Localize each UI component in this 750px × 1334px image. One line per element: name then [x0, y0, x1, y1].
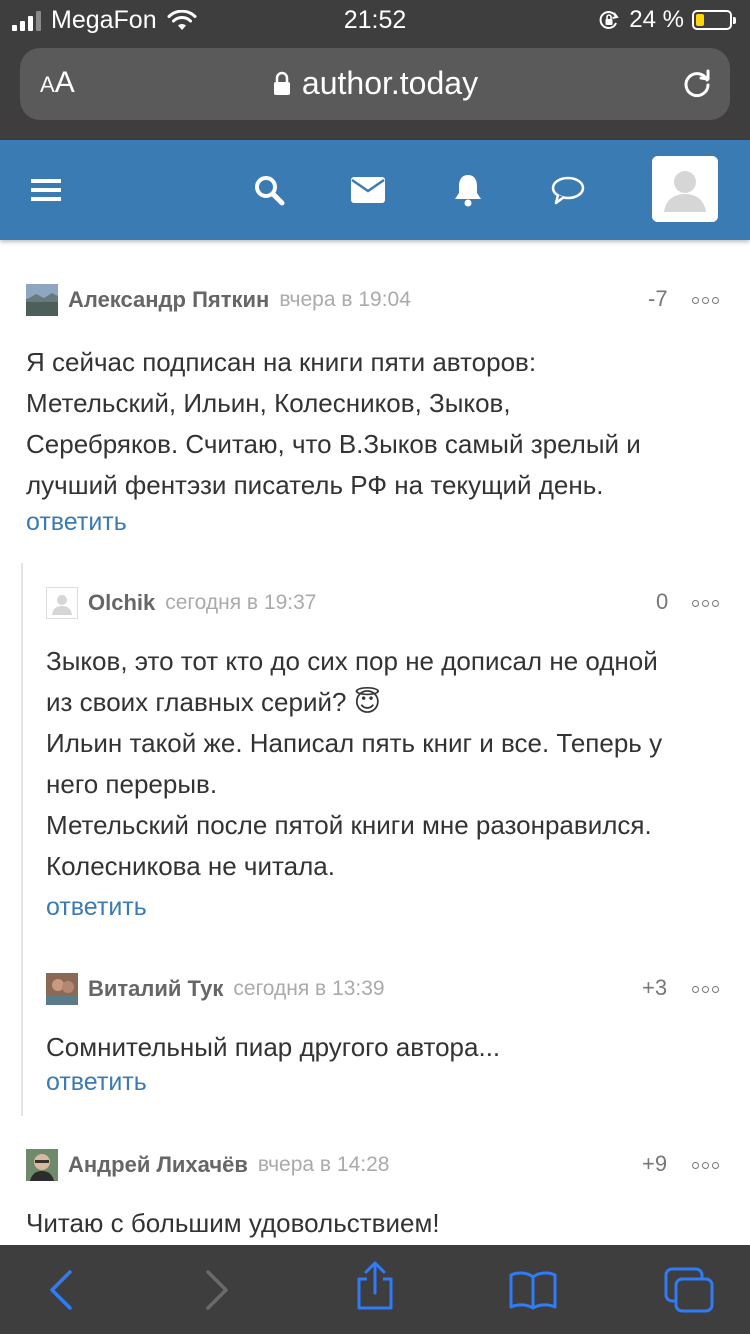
comment-score: +3 — [642, 975, 668, 1000]
comment-text: Зыков, это тот кто до сих пор не дописал… — [46, 646, 663, 881]
comment-text: Я сейчас подписан на книги пяти авторов:… — [26, 347, 641, 500]
reply-link[interactable]: ответить — [46, 893, 726, 922]
comment-time[interactable]: сегодня в 13:39 — [233, 977, 384, 1001]
more-icon[interactable] — [692, 984, 722, 994]
comment: Olchik сегодня в 19:37 0 Зыков, это тот … — [46, 585, 726, 922]
reply-link[interactable]: ответить — [46, 1068, 726, 1097]
user-avatar[interactable] — [652, 156, 718, 222]
comment-score: -7 — [648, 286, 668, 311]
bookmarks-icon[interactable] — [508, 1267, 558, 1313]
orientation-lock-icon — [599, 11, 620, 29]
comment-time[interactable]: вчера в 14:28 — [258, 1153, 390, 1177]
menu-icon[interactable] — [26, 170, 66, 210]
back-icon[interactable] — [36, 1267, 86, 1313]
chat-icon[interactable] — [548, 170, 588, 210]
comment-author[interactable]: Olchik — [88, 590, 155, 616]
comment-author[interactable]: Андрей Лихачёв — [68, 1152, 248, 1178]
browser-toolbar — [0, 1245, 750, 1334]
tabs-icon[interactable] — [664, 1267, 714, 1313]
avatar[interactable] — [46, 973, 78, 1005]
address-bar[interactable]: AA author.today — [20, 48, 730, 120]
lock-icon — [273, 71, 290, 95]
thread-line — [21, 563, 23, 1116]
avatar[interactable] — [26, 1149, 58, 1181]
smiling-face-with-halo-emoji: 😇 — [353, 687, 381, 717]
avatar[interactable] — [26, 284, 58, 316]
comment-text: Читаю с большим удовольствием! — [26, 1208, 440, 1238]
more-icon[interactable] — [692, 1160, 722, 1170]
forward-icon[interactable] — [192, 1267, 242, 1313]
battery-percent: 24 % — [629, 6, 684, 33]
comment-text: Сомнительный пиар другого автора... — [46, 1032, 501, 1062]
avatar[interactable] — [46, 587, 78, 619]
comment: Андрей Лихачёв вчера в 14:28 +9 Читаю с … — [26, 1147, 726, 1244]
share-icon[interactable] — [350, 1261, 400, 1310]
search-icon[interactable] — [249, 170, 289, 210]
url-text[interactable]: author.today — [302, 65, 478, 102]
reply-link[interactable]: ответить — [26, 508, 726, 537]
battery-icon — [692, 10, 736, 30]
site-header — [0, 140, 750, 240]
browser-chrome-top: MegaFon 21:52 24 % AA author.today — [0, 0, 750, 140]
comment-time[interactable]: сегодня в 19:37 — [165, 591, 316, 615]
status-bar: MegaFon 21:52 24 % — [0, 0, 750, 40]
comments-list: Александр Пяткин вчера в 19:04 -7 Я сейч… — [0, 240, 750, 1245]
more-icon[interactable] — [692, 295, 722, 305]
comment-author[interactable]: Александр Пяткин — [68, 287, 269, 313]
comment: Виталий Тук сегодня в 13:39 +3 Сомнитель… — [46, 971, 726, 1097]
mail-icon[interactable] — [348, 170, 388, 210]
comment-score: 0 — [656, 589, 669, 614]
comment-time[interactable]: вчера в 19:04 — [279, 288, 411, 312]
reload-icon[interactable] — [680, 66, 714, 100]
more-icon[interactable] — [692, 598, 722, 608]
comment-author[interactable]: Виталий Тук — [88, 976, 223, 1002]
bell-icon[interactable] — [448, 170, 488, 210]
comment-score: +9 — [642, 1151, 668, 1176]
comment: Александр Пяткин вчера в 19:04 -7 Я сейч… — [26, 282, 726, 537]
